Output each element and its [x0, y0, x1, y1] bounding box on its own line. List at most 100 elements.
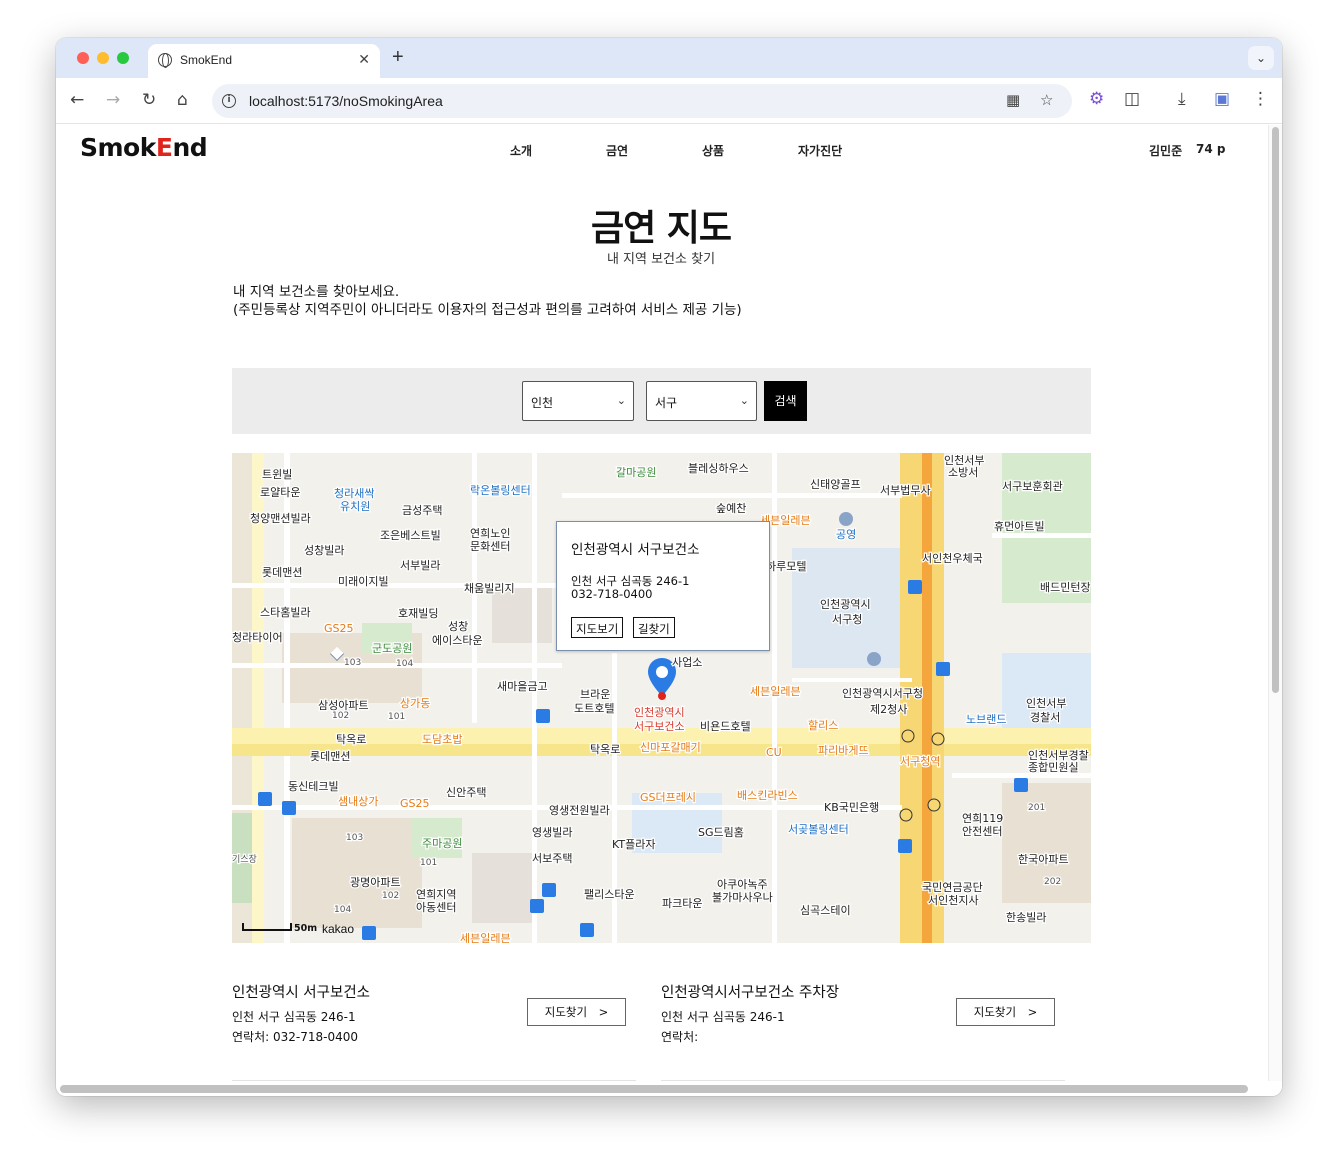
find-on-map-button[interactable]: 지도찾기 >: [527, 998, 626, 1026]
map-place-label[interactable]: 서구청: [831, 612, 864, 628]
forward-arrow-icon[interactable]: →: [106, 90, 120, 110]
map-place-label[interactable]: 한국아파트: [1017, 852, 1070, 868]
map-place-label[interactable]: 서부빌라: [399, 558, 442, 574]
map-place-label[interactable]: 101: [387, 711, 407, 724]
map-place-label[interactable]: 노브랜드: [965, 712, 1008, 728]
map-place-label[interactable]: 103: [343, 657, 363, 670]
map-place-label[interactable]: 103: [345, 832, 365, 845]
profile-icon[interactable]: ▣: [1214, 89, 1230, 109]
map-place-label[interactable]: 202: [1043, 876, 1063, 889]
map-place-label[interactable]: 탁옥로: [335, 732, 368, 748]
nav-products[interactable]: 상품: [702, 142, 724, 159]
map-place-label[interactable]: 경찰서: [1029, 710, 1062, 726]
map-place-label[interactable]: 종합민원실: [1027, 760, 1080, 776]
map-place-label[interactable]: 서구청역: [899, 754, 942, 770]
map-place-label[interactable]: 군도공원: [371, 641, 414, 657]
map-place-label[interactable]: 하루모텔: [765, 558, 808, 575]
reload-icon[interactable]: ↻: [142, 90, 156, 110]
nav-self-check[interactable]: 자가진단: [798, 142, 842, 159]
map-place-label[interactable]: 영생빌라: [531, 825, 574, 841]
map-place-label[interactable]: 청라타이어: [232, 630, 284, 646]
map-place-label[interactable]: 세븐일레븐: [459, 930, 512, 943]
map-place-label[interactable]: 로얄타운: [259, 484, 302, 501]
map-place-label[interactable]: 도트호텔: [573, 701, 616, 717]
map-place-label[interactable]: KT플라자: [611, 837, 657, 853]
map-place-label[interactable]: 주마공원: [421, 836, 464, 852]
map-place-label[interactable]: 연희지역: [415, 887, 458, 903]
translate-icon[interactable]: ▦: [1006, 91, 1020, 109]
map-place-label[interactable]: 서보주택: [531, 851, 574, 867]
map-place-label[interactable]: 연희119: [961, 811, 1005, 827]
back-arrow-icon[interactable]: ←: [70, 90, 84, 110]
map-place-label[interactable]: 102: [331, 710, 351, 723]
close-window-button[interactable]: [77, 52, 89, 64]
map-place-label[interactable]: 배스킨라빈스: [736, 788, 799, 804]
map-place-label[interactable]: 미래이지빌: [337, 574, 390, 590]
minimize-window-button[interactable]: [97, 52, 109, 64]
map-place-label[interactable]: 성창: [447, 619, 470, 635]
download-icon[interactable]: ⤓: [1178, 89, 1186, 109]
vertical-scrollbar[interactable]: [1272, 127, 1279, 693]
map-place-label[interactable]: SG드림홈: [697, 824, 745, 841]
map-place-label[interactable]: 문화센터: [469, 539, 512, 555]
star-icon[interactable]: ☆: [1040, 91, 1053, 109]
map-place-label[interactable]: 신안주택: [445, 785, 488, 801]
map-place-label[interactable]: 상가동: [399, 696, 432, 712]
map-place-label[interactable]: 기스장: [232, 853, 258, 867]
map-place-label[interactable]: 인천서부경찰: [1027, 747, 1090, 764]
user-name[interactable]: 김민준: [1149, 142, 1182, 159]
map-place-label[interactable]: 휴먼아트빌: [993, 519, 1046, 535]
map-place-label[interactable]: 스타홈빌라: [259, 604, 312, 621]
map-attribution[interactable]: kakao: [322, 922, 354, 936]
map-place-label[interactable]: KB국민은행: [823, 800, 881, 816]
map-place-label[interactable]: 채움빌리지: [463, 581, 516, 597]
extension-icon[interactable]: ⚙: [1089, 89, 1104, 109]
kakao-map[interactable]: 트윈빌 로얄타운 청양맨션빌라 성창빌라 롯데맨션 미래이지빌 스타홈빌라 청라타이어 금성주택…: [232, 453, 1091, 943]
map-place-label[interactable]: 숲예찬: [715, 500, 748, 517]
map-place-label[interactable]: 201: [1027, 802, 1047, 815]
tab-search-button[interactable]: ⌄: [1248, 46, 1274, 70]
map-place-label[interactable]: 팰리스타운: [583, 887, 636, 903]
map-place-label[interactable]: 에이스타운: [431, 633, 484, 649]
map-place-label[interactable]: 서구보훈회관: [1001, 479, 1064, 495]
map-place-label[interactable]: GS25: [399, 796, 431, 812]
map-place-label[interactable]: 인천서부: [943, 453, 986, 468]
map-place-label[interactable]: 롯데맨션: [309, 749, 352, 765]
map-place-label[interactable]: 도담초밥: [421, 732, 464, 748]
map-place-label[interactable]: 102: [381, 890, 401, 903]
map-place-label[interactable]: 파크타운: [661, 896, 704, 912]
map-place-label[interactable]: 블레싱하우스: [687, 460, 750, 477]
map-place-label[interactable]: 샘내상가: [337, 794, 380, 810]
map-place-label[interactable]: 신마포갈매기: [639, 739, 702, 756]
home-icon[interactable]: ⌂: [177, 90, 188, 110]
map-place-label[interactable]: 제2청사: [869, 702, 909, 718]
map-place-label[interactable]: 롯데맨션: [261, 565, 304, 581]
map-place-label[interactable]: 청양맨션빌라: [249, 511, 312, 527]
map-place-label[interactable]: 서인천우체국: [921, 550, 984, 567]
map-place-label[interactable]: 새마을금고: [496, 679, 549, 695]
map-place-label[interactable]: 동신테크빌: [287, 779, 340, 795]
map-place-label[interactable]: 심곡스테이: [799, 903, 852, 919]
map-place-label[interactable]: 공영: [835, 527, 858, 543]
map-place-label[interactable]: 서구보건소: [633, 719, 686, 735]
map-place-label[interactable]: 트윈빌: [261, 466, 294, 483]
map-place-label[interactable]: 인천광역시서구청: [841, 685, 924, 702]
map-place-label[interactable]: 안전센터: [961, 824, 1004, 840]
nav-quit-smoking[interactable]: 금연: [606, 142, 628, 159]
map-place-label[interactable]: 조은베스트빌: [379, 528, 442, 544]
map-place-label[interactable]: 104: [333, 904, 353, 917]
map-place-label[interactable]: 연희노인: [469, 526, 512, 542]
horizontal-scrollbar[interactable]: [60, 1085, 1248, 1093]
map-place-label[interactable]: 아동센터: [415, 900, 458, 916]
map-place-label[interactable]: 유치원: [339, 499, 372, 515]
map-place-label[interactable]: 비욘드호텔: [699, 719, 752, 735]
map-place-label[interactable]: 금성주택: [401, 503, 444, 519]
map-place-label[interactable]: CU: [765, 745, 783, 761]
zoom-window-button[interactable]: [117, 52, 129, 64]
city-select[interactable]: 인천 ⌄: [522, 381, 634, 421]
popup-route-button[interactable]: 길찾기: [633, 617, 675, 638]
map-place-label[interactable]: 갈마공원: [615, 464, 658, 481]
map-place-label[interactable]: 소방서: [947, 465, 980, 481]
map-place-label[interactable]: 세븐일레븐: [749, 683, 802, 700]
nav-intro[interactable]: 소개: [510, 142, 532, 159]
